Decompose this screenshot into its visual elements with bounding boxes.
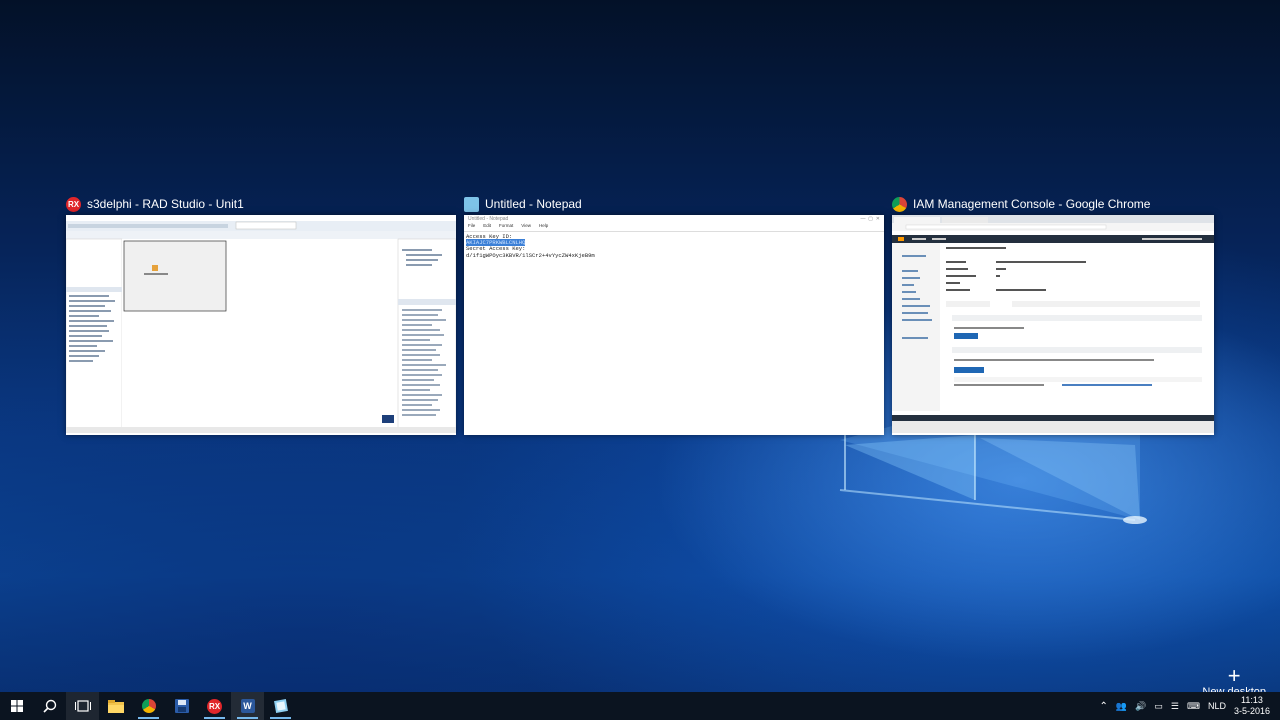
window-thumbnail[interactable] bbox=[66, 215, 456, 435]
notepad-icon bbox=[273, 699, 288, 713]
taskbar: RX W ⌃ 👥 🔊 ▭ ☰ ⌨ NLD 11:13 3-5-2016 bbox=[0, 692, 1280, 720]
notepad-doc-title: Untitled - Notepad bbox=[468, 216, 509, 222]
rad-studio-icon: RX bbox=[207, 698, 222, 714]
start-button[interactable] bbox=[0, 692, 33, 720]
window-controls: — ▢ ✕ bbox=[860, 216, 880, 222]
rad-studio-preview bbox=[66, 215, 456, 433]
network-icon[interactable]: ▭ bbox=[1154, 701, 1163, 712]
file-explorer-icon bbox=[107, 699, 124, 713]
window-thumbnail[interactable]: Untitled - Notepad — ▢ ✕ File Edit Forma… bbox=[464, 215, 884, 435]
notepad-menu: File Edit Format View Help bbox=[464, 223, 884, 232]
menu-view: View bbox=[521, 223, 531, 228]
search-icon bbox=[42, 699, 56, 713]
menu-format: Format bbox=[499, 223, 514, 228]
chrome-iam-preview bbox=[892, 215, 1214, 433]
chevron-up-icon[interactable]: ⌃ bbox=[1100, 701, 1108, 712]
notepad-text-area: Access Key ID: AKIAJC7PRKWBLCNLHQ Secret… bbox=[464, 232, 884, 261]
plus-icon: + bbox=[1227, 663, 1241, 688]
keyboard-icon[interactable]: ⌨ bbox=[1187, 701, 1200, 712]
task-view-window-notepad[interactable]: Untitled - Notepad Untitled - Notepad — … bbox=[464, 195, 884, 435]
windows-logo-icon bbox=[10, 700, 23, 712]
clock-date: 3-5-2016 bbox=[1233, 706, 1270, 716]
notepad-icon bbox=[464, 196, 479, 212]
clock[interactable]: 11:13 3-5-2016 bbox=[1234, 695, 1270, 717]
task-view-icon bbox=[74, 700, 91, 712]
window-thumbnail[interactable] bbox=[892, 215, 1214, 435]
action-center-icon[interactable]: ☰ bbox=[1171, 701, 1179, 712]
task-view-window-rad-studio[interactable]: RX s3delphi - RAD Studio - Unit1 bbox=[66, 195, 456, 435]
word-icon: W bbox=[240, 699, 255, 713]
menu-help: Help bbox=[538, 223, 549, 228]
chrome-icon bbox=[141, 699, 156, 713]
window-title: IAM Management Console - Google Chrome bbox=[913, 197, 1151, 211]
task-view-window-chrome[interactable]: IAM Management Console - Google Chrome bbox=[892, 195, 1214, 435]
taskbar-rad-studio[interactable]: RX bbox=[198, 692, 231, 720]
search-button[interactable] bbox=[33, 692, 66, 720]
notepad-titlebar: Untitled - Notepad — ▢ ✕ bbox=[464, 215, 884, 223]
taskbar-chrome[interactable] bbox=[132, 692, 165, 720]
system-tray: ⌃ 👥 🔊 ▭ ☰ ⌨ NLD 11:13 3-5-2016 bbox=[1100, 692, 1280, 720]
rad-studio-icon: RX bbox=[66, 196, 81, 212]
menu-file: File bbox=[468, 223, 476, 228]
window-title: s3delphi - RAD Studio - Unit1 bbox=[87, 197, 244, 211]
window-title: Untitled - Notepad bbox=[485, 197, 582, 211]
volume-icon[interactable]: 🔊 bbox=[1135, 701, 1146, 712]
taskbar-notepad[interactable] bbox=[264, 692, 297, 720]
taskbar-save-app[interactable] bbox=[165, 692, 198, 720]
menu-edit: Edit bbox=[483, 223, 492, 228]
clock-time: 11:13 bbox=[1241, 695, 1263, 705]
chrome-icon bbox=[892, 196, 907, 212]
task-view-button[interactable] bbox=[66, 692, 99, 720]
text-line: d/1f1gWPOyc3KBVR/1lSCr2+4vYycZW4xKjeB9m bbox=[466, 251, 595, 259]
taskbar-word[interactable]: W bbox=[231, 692, 264, 720]
language-indicator[interactable]: NLD bbox=[1208, 701, 1226, 711]
users-icon[interactable]: 👥 bbox=[1116, 701, 1127, 712]
save-app-icon bbox=[174, 699, 189, 713]
taskbar-file-explorer[interactable] bbox=[99, 692, 132, 720]
